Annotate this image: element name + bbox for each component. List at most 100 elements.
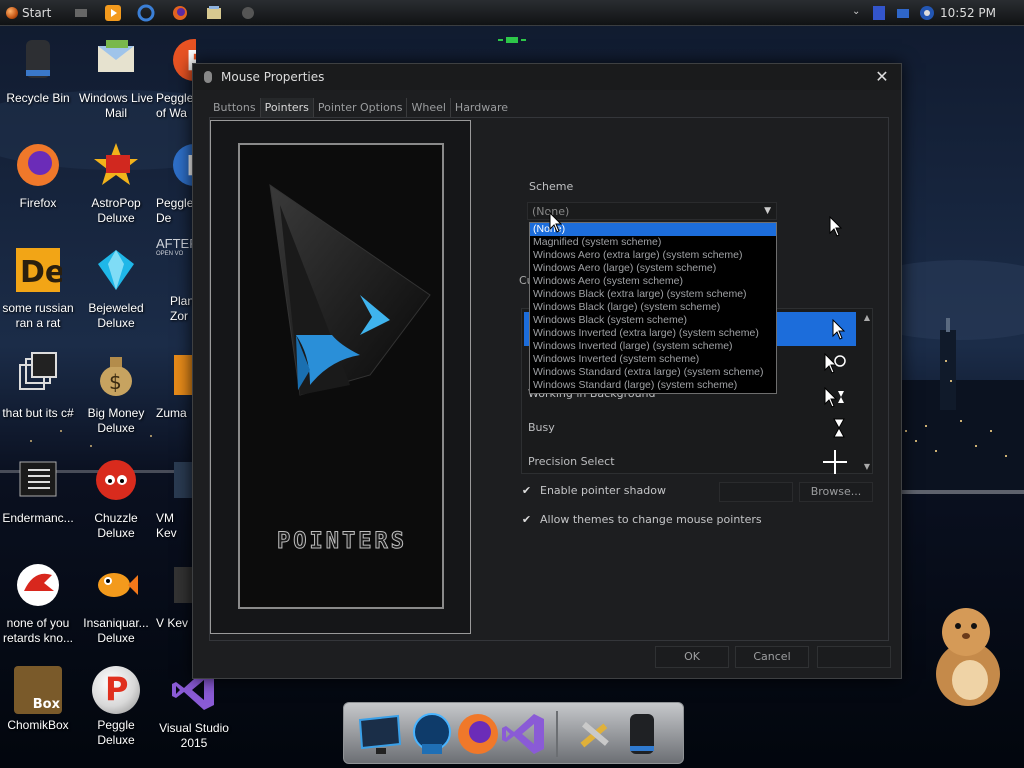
close-button[interactable]: ✕ (873, 68, 891, 86)
scheme-option[interactable]: Windows Inverted (large) (system scheme) (530, 340, 776, 353)
desktop-icon-big-money[interactable]: $ Big Money Deluxe (78, 351, 154, 436)
scheme-option[interactable]: Windows Standard (large) (system scheme) (530, 379, 776, 392)
network-icon[interactable] (894, 4, 912, 22)
dock-monitor-icon[interactable] (356, 710, 404, 758)
dock-firefox-icon[interactable] (454, 710, 502, 758)
explorer-icon[interactable] (205, 4, 223, 22)
scheme-option[interactable]: Windows Black (system scheme) (530, 314, 776, 327)
desktop-icon-chomikbox[interactable]: Box ChomikBox (0, 666, 76, 733)
start-button[interactable]: Start (2, 2, 56, 24)
internet-explorer-icon[interactable] (137, 4, 155, 22)
scroll-down-arrow[interactable]: ▼ (864, 462, 870, 471)
desktop-icon-bejeweled[interactable]: Bejeweled Deluxe (78, 246, 154, 331)
dock-globe-icon[interactable] (408, 710, 456, 758)
scheme-option[interactable]: Magnified (system scheme) (530, 236, 776, 249)
tab-pointers[interactable]: Pointers (260, 98, 314, 118)
tab-pointer-options[interactable]: Pointer Options (314, 98, 408, 118)
desktop-icon-peggle-deluxe[interactable]: P Peggle Deluxe (78, 666, 154, 748)
desktop-icon-peggle-de[interactable]: P Peggle De (156, 141, 196, 226)
desktop-icon-chuzzle[interactable]: Chuzzle Deluxe (78, 456, 154, 541)
tab-buttons[interactable]: Buttons (209, 98, 261, 118)
dock-tools-icon[interactable] (570, 710, 618, 758)
desktop-icon-label: Peggle of Wa (156, 91, 194, 120)
start-orb-icon (6, 7, 18, 19)
desktop-icon-label: Peggle Deluxe (97, 718, 135, 747)
desktop-icon-label: Plan Zor (170, 294, 195, 323)
desktop-icon-some-russian[interactable]: De some russian ran a rat (0, 246, 76, 331)
tray-app-icon[interactable] (870, 4, 888, 22)
desktop-icon-label: that but its c# (2, 406, 74, 420)
checkmark-icon[interactable]: ✔ (521, 514, 532, 525)
enable-pointer-shadow-checkbox[interactable]: ✔ Enable pointer shadow (521, 484, 666, 497)
tab-hardware[interactable]: Hardware (451, 98, 512, 118)
firefox-taskbar-icon[interactable] (171, 4, 189, 22)
desktop-icon-label: VM Kev (156, 511, 177, 540)
desktop-icon-peggle-wa[interactable]: P Peggle of Wa (156, 36, 196, 121)
desktop-icon-label: Insaniquar... Deluxe (83, 616, 149, 645)
desktop-icon-endermanch[interactable]: Endermanc... (0, 456, 76, 526)
desktop-icon-astropop[interactable]: AstroPop Deluxe (78, 141, 154, 226)
desktop-icon-label: Bejeweled Deluxe (88, 301, 144, 330)
dock-recycle-bin-icon[interactable] (618, 710, 666, 758)
apply-button[interactable] (817, 646, 891, 668)
scheme-option[interactable]: Windows Aero (system scheme) (530, 275, 776, 288)
desktop-icon-recycle-bin[interactable]: Recycle Bin (0, 36, 76, 106)
scheme-option[interactable]: Windows Aero (large) (system scheme) (530, 262, 776, 275)
cursor-row-precision-select[interactable]: Precision Select (528, 455, 615, 468)
clock[interactable]: 10:52 PM (940, 6, 996, 20)
desktop-icon-plan-zor[interactable]: AFTER OPEN VO Plan Zor (156, 236, 196, 324)
desktop-icon-label: Firefox (19, 196, 57, 210)
top-widget-icon (498, 37, 526, 43)
svg-text:De: De (20, 255, 62, 290)
desktop-icon-label: AstroPop Deluxe (91, 196, 141, 225)
app-taskbar-icon[interactable] (239, 4, 257, 22)
theme-preview-frame: POINTERS (210, 120, 471, 634)
afterburner-text: AFTER (156, 236, 196, 251)
cancel-button[interactable]: Cancel (735, 646, 809, 668)
checkmark-icon[interactable]: ✔ (521, 485, 532, 496)
list-icon (19, 461, 57, 497)
update-icon[interactable] (918, 4, 936, 22)
tab-wheel[interactable]: Wheel (407, 98, 451, 118)
desktop-icon-zuma[interactable]: Zuma (156, 351, 196, 421)
dock-separator (556, 711, 558, 757)
desktop-icon-vm[interactable]: VM Kev (156, 456, 196, 541)
de-icon: De (16, 248, 65, 292)
preview-title: POINTERS (277, 529, 407, 555)
scheme-dropdown-list[interactable]: (None) Magnified (system scheme) Windows… (529, 222, 777, 394)
desktop-icon-firefox[interactable]: Firefox (0, 141, 76, 211)
scheme-option[interactable]: Windows Black (extra large) (system sche… (530, 288, 776, 301)
astropop-icon (94, 143, 138, 185)
scheme-dropdown[interactable]: (None) ▼ (527, 202, 777, 220)
ok-button[interactable]: OK (655, 646, 729, 668)
cursor-row-busy[interactable]: Busy (528, 421, 555, 434)
dialog-titlebar[interactable]: Mouse Properties ✕ (193, 64, 901, 90)
money-bag-icon: $ (100, 357, 132, 396)
chomikbox-badge: Box (32, 697, 60, 712)
scheme-option[interactable]: Windows Black (large) (system scheme) (530, 301, 776, 314)
desktop-icon-label: Big Money Deluxe (87, 406, 145, 435)
desktop-icon-label: none of you retards kno... (2, 616, 74, 645)
use-default-button[interactable] (719, 482, 793, 502)
desktop-icon-none-of-you[interactable]: none of you retards kno... (0, 561, 76, 646)
recycle-bin-icon (26, 40, 50, 78)
scheme-option[interactable]: Windows Aero (extra large) (system schem… (530, 249, 776, 262)
desktop-icon-that-but-its-csharp[interactable]: that but its c# (0, 351, 76, 421)
desktop-icon-insaniquarium[interactable]: Insaniquar... Deluxe (78, 561, 154, 646)
dock-visual-studio-icon[interactable] (500, 710, 548, 758)
chevron-down-icon[interactable]: ▼ (764, 206, 771, 216)
desktop-icon-windows-live-mail[interactable]: Windows Live Mail (78, 36, 154, 121)
scheme-option[interactable]: Windows Inverted (extra large) (system s… (530, 327, 776, 340)
allow-themes-checkbox[interactable]: ✔ Allow themes to change mouse pointers (521, 513, 762, 526)
scheme-option[interactable]: Windows Inverted (system scheme) (530, 353, 776, 366)
desktop-icon-label: Endermanc... (2, 511, 74, 525)
browse-button[interactable]: Browse... (799, 482, 873, 502)
show-desktop-icon[interactable] (72, 4, 90, 22)
scroll-up-arrow[interactable]: ▲ (864, 313, 870, 322)
scheme-option[interactable]: Windows Standard (extra large) (system s… (530, 366, 776, 379)
crosshair-icon (823, 450, 847, 474)
media-player-icon[interactable] (104, 4, 122, 22)
desktop-icon-v-kev[interactable]: V Kev (156, 561, 196, 631)
scheme-option[interactable]: (None) (530, 223, 776, 236)
tray-expand-icon[interactable]: ⌄ (852, 6, 860, 17)
